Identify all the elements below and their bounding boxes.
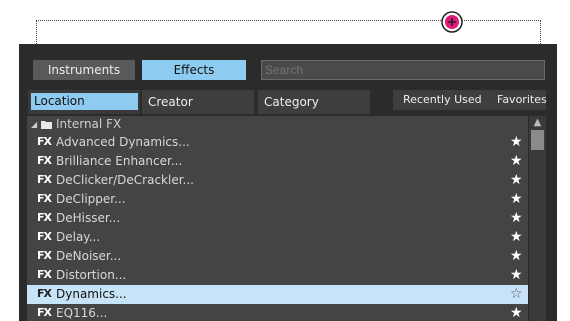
fx-icon: FX — [37, 135, 52, 148]
list-item-label: DeNoiser... — [56, 249, 122, 263]
list-item[interactable]: FX Brilliance Enhancer... ★ — [27, 152, 528, 171]
tab-creator[interactable]: Creator — [142, 90, 254, 114]
list-item[interactable]: FX DeNoiser... ★ — [27, 247, 528, 266]
scroll-up-icon[interactable]: ▲ — [529, 116, 546, 130]
folder-icon — [41, 121, 52, 129]
favorite-star-icon[interactable]: ★ — [510, 133, 523, 152]
favorite-star-icon[interactable]: ★ — [510, 228, 523, 247]
tab-location-label: Location — [31, 93, 138, 110]
favorite-star-icon[interactable]: ★ — [510, 304, 523, 321]
drag-outline-right — [540, 20, 541, 44]
tab-category[interactable]: Category — [258, 90, 370, 114]
favorite-star-icon[interactable]: ☆ — [510, 285, 523, 304]
list-item-label: Distortion... — [56, 268, 127, 282]
favorite-star-icon[interactable]: ★ — [510, 266, 523, 285]
list-item-label: Brilliance Enhancer... — [56, 154, 183, 168]
group-label: Internal FX — [56, 117, 122, 131]
search-input[interactable] — [261, 60, 545, 80]
list-item-label: DeHisser... — [56, 211, 121, 225]
list-item-label: DeClipper... — [56, 192, 126, 206]
list-item-label: DeClicker/DeCrackler... — [56, 173, 194, 187]
scrollbar[interactable]: ▲ — [529, 116, 546, 321]
favorite-star-icon[interactable]: ★ — [510, 209, 523, 228]
fx-icon: FX — [37, 306, 52, 319]
expand-icon[interactable]: ◢ — [31, 116, 37, 133]
fx-icon: FX — [37, 230, 52, 243]
fx-icon: FX — [37, 192, 52, 205]
list-item[interactable]: FX Distortion... ★ — [27, 266, 528, 285]
list-item[interactable]: FX DeHisser... ★ — [27, 209, 528, 228]
fx-icon: FX — [37, 268, 52, 281]
scroll-thumb[interactable] — [531, 130, 544, 150]
favorite-star-icon[interactable]: ★ — [510, 247, 523, 266]
effects-browser-panel: Instruments Effects Location Creator Cat… — [19, 44, 557, 321]
favorite-star-icon[interactable]: ★ — [510, 190, 523, 209]
tab-location[interactable]: Location — [28, 90, 140, 114]
list-item-label: EQ116... — [56, 306, 108, 320]
drag-outline — [36, 20, 541, 21]
fx-icon: FX — [37, 249, 52, 262]
fx-icon: FX — [37, 211, 52, 224]
fx-icon: FX — [37, 154, 52, 167]
instruments-tab[interactable]: Instruments — [33, 60, 135, 80]
list-item[interactable]: FX DeClipper... ★ — [27, 190, 528, 209]
list-item[interactable]: FX EQ116... ★ — [27, 304, 528, 321]
list-item[interactable]: FX DeClicker/DeCrackler... ★ — [27, 171, 528, 190]
list-item-label: Dynamics... — [56, 287, 127, 301]
effects-list: ◢ Internal FX FX Advanced Dynamics... ★ FX B… — [27, 116, 528, 321]
list-item[interactable]: FX Dynamics... ☆ — [27, 285, 528, 304]
effects-tab[interactable]: Effects — [142, 60, 246, 80]
favorite-star-icon[interactable]: ★ — [510, 152, 523, 171]
list-item[interactable]: FX Advanced Dynamics... ★ — [27, 133, 528, 152]
favorite-star-icon[interactable]: ★ — [510, 171, 523, 190]
tab-recently-used[interactable]: Recently Used — [393, 90, 489, 110]
list-item-label: Delay... — [56, 230, 101, 244]
group-internal-fx[interactable]: ◢ Internal FX — [27, 116, 528, 133]
fx-icon: FX — [37, 287, 52, 300]
tab-favorites[interactable]: Favorites — [489, 90, 547, 110]
list-item-label: Advanced Dynamics... — [56, 135, 190, 149]
drag-outline-left — [36, 20, 37, 44]
list-item[interactable]: FX Delay... ★ — [27, 228, 528, 247]
fx-icon: FX — [37, 173, 52, 186]
move-cursor-icon — [441, 11, 463, 33]
